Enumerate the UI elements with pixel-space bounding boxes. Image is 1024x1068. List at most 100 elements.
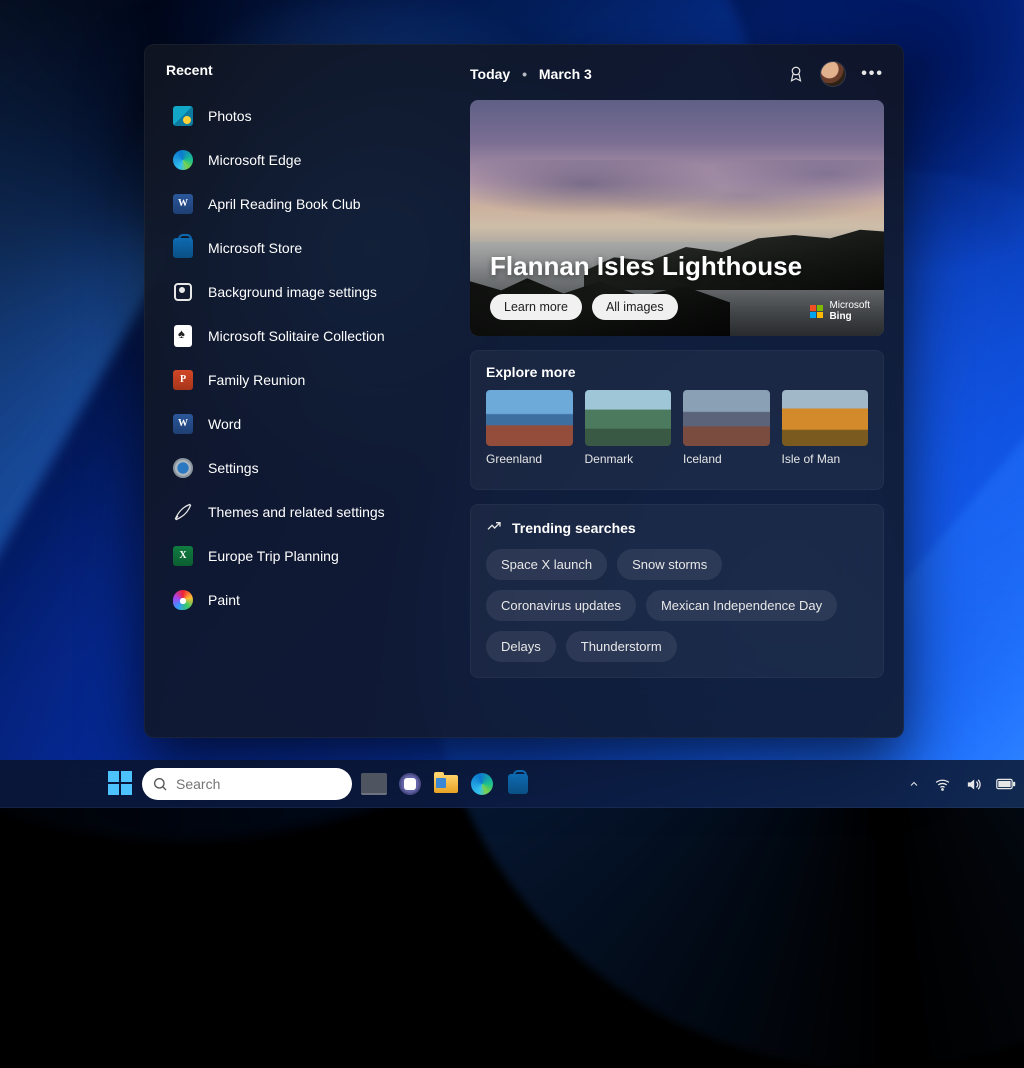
excel-icon: X [172, 545, 194, 567]
word-icon: W [172, 193, 194, 215]
recent-item-label: Photos [208, 108, 252, 124]
recent-item-powerpoint-doc[interactable]: P Family Reunion [166, 360, 446, 400]
taskbar-search-input[interactable] [174, 775, 359, 793]
taskbar [0, 760, 1024, 808]
explore-label: Greenland [486, 452, 573, 466]
edge-button[interactable] [468, 770, 496, 798]
bing-attribution: Microsoft Bing [810, 300, 870, 322]
hero-actions: Learn more All images [490, 294, 678, 320]
recent-item-label: Background image settings [208, 284, 377, 300]
explore-item-greenland[interactable]: Greenland [486, 390, 573, 466]
trending-title: Trending searches [512, 520, 636, 536]
explore-label: Iceland [683, 452, 770, 466]
all-images-button[interactable]: All images [592, 294, 678, 320]
trending-chip[interactable]: Space X launch [486, 549, 607, 580]
explore-thumb [782, 390, 869, 446]
highlights-column: Today • March 3 ••• Flannan Isles Lighth… [470, 62, 884, 718]
recent-item-solitaire[interactable]: Microsoft Solitaire Collection [166, 316, 446, 356]
recent-item-word-doc[interactable]: W April Reading Book Club [166, 184, 446, 224]
recent-item-background-settings[interactable]: Background image settings [166, 272, 446, 312]
recent-item-label: Europe Trip Planning [208, 548, 339, 564]
settings-icon [172, 457, 194, 479]
recent-item-themes[interactable]: Themes and related settings [166, 492, 446, 532]
explore-item-iceland[interactable]: Iceland [683, 390, 770, 466]
task-view-button[interactable] [360, 770, 388, 798]
edge-icon [172, 149, 194, 171]
explore-thumb [585, 390, 672, 446]
file-explorer-button[interactable] [432, 770, 460, 798]
recent-item-paint[interactable]: Paint [166, 580, 446, 620]
recent-item-label: Word [208, 416, 241, 432]
explore-item-isle-of-man[interactable]: Isle of Man [782, 390, 869, 466]
recent-list: Photos Microsoft Edge W April Reading Bo… [166, 96, 446, 620]
user-avatar[interactable] [821, 62, 845, 86]
photos-icon [172, 105, 194, 127]
date-line: Today • March 3 [470, 66, 592, 82]
more-options-button[interactable]: ••• [861, 65, 884, 83]
recent-item-store[interactable]: Microsoft Store [166, 228, 446, 268]
bullet-separator: • [522, 66, 527, 82]
trending-icon [486, 518, 502, 537]
explore-card: Explore more Greenland Denmark Iceland I… [470, 350, 884, 490]
search-panel: Recent Photos Microsoft Edge W April Rea… [144, 44, 904, 738]
hero-title: Flannan Isles Lighthouse [490, 251, 802, 282]
trending-chip[interactable]: Delays [486, 631, 556, 662]
explore-item-denmark[interactable]: Denmark [585, 390, 672, 466]
recent-item-edge[interactable]: Microsoft Edge [166, 140, 446, 180]
taskbar-center [108, 768, 532, 800]
store-icon [172, 237, 194, 259]
system-tray [908, 776, 1016, 793]
recent-item-word[interactable]: W Word [166, 404, 446, 444]
trending-chip[interactable]: Mexican Independence Day [646, 590, 837, 621]
today-label: Today [470, 66, 510, 82]
explore-thumb [683, 390, 770, 446]
hero-card[interactable]: Flannan Isles Lighthouse Learn more All … [470, 100, 884, 336]
taskbar-search[interactable] [142, 768, 352, 800]
recent-item-label: Microsoft Edge [208, 152, 301, 168]
store-button[interactable] [504, 770, 532, 798]
rewards-icon[interactable] [787, 65, 805, 83]
explore-title: Explore more [486, 364, 868, 380]
explore-thumb [486, 390, 573, 446]
highlights-header: Today • March 3 ••• [470, 62, 884, 86]
powerpoint-icon: P [172, 369, 194, 391]
recent-item-label: Settings [208, 460, 259, 476]
volume-icon[interactable] [965, 776, 982, 793]
explore-label: Denmark [585, 452, 672, 466]
solitaire-icon [172, 325, 194, 347]
recent-column: Recent Photos Microsoft Edge W April Rea… [166, 62, 446, 718]
paint-icon [172, 589, 194, 611]
trending-chips: Space X launch Snow storms Coronavirus u… [486, 549, 868, 662]
wifi-icon[interactable] [934, 776, 951, 793]
recent-item-excel-doc[interactable]: X Europe Trip Planning [166, 536, 446, 576]
recent-item-label: Family Reunion [208, 372, 305, 388]
date-label: March 3 [539, 66, 592, 82]
search-icon [152, 776, 168, 792]
recent-heading: Recent [166, 62, 446, 78]
microsoft-logo-icon [810, 305, 823, 318]
bing-brand: Microsoft Bing [829, 300, 870, 322]
trending-card: Trending searches Space X launch Snow st… [470, 504, 884, 678]
trending-chip[interactable]: Thunderstorm [566, 631, 677, 662]
recent-item-settings[interactable]: Settings [166, 448, 446, 488]
battery-icon[interactable] [996, 777, 1016, 791]
recent-item-label: Microsoft Store [208, 240, 302, 256]
themes-icon [172, 501, 194, 523]
recent-item-label: Paint [208, 592, 240, 608]
start-button[interactable] [108, 771, 134, 797]
recent-item-label: April Reading Book Club [208, 196, 361, 212]
recent-item-label: Microsoft Solitaire Collection [208, 328, 385, 344]
tray-overflow-button[interactable] [908, 778, 920, 790]
explore-label: Isle of Man [782, 452, 869, 466]
background-icon [172, 281, 194, 303]
chat-button[interactable] [396, 770, 424, 798]
explore-grid: Greenland Denmark Iceland Isle of Man [486, 390, 868, 466]
trending-chip[interactable]: Coronavirus updates [486, 590, 636, 621]
learn-more-button[interactable]: Learn more [490, 294, 582, 320]
word-icon: W [172, 413, 194, 435]
header-actions: ••• [787, 62, 884, 86]
recent-item-label: Themes and related settings [208, 504, 385, 520]
recent-item-photos[interactable]: Photos [166, 96, 446, 136]
trending-chip[interactable]: Snow storms [617, 549, 722, 580]
trending-header: Trending searches [486, 518, 868, 537]
